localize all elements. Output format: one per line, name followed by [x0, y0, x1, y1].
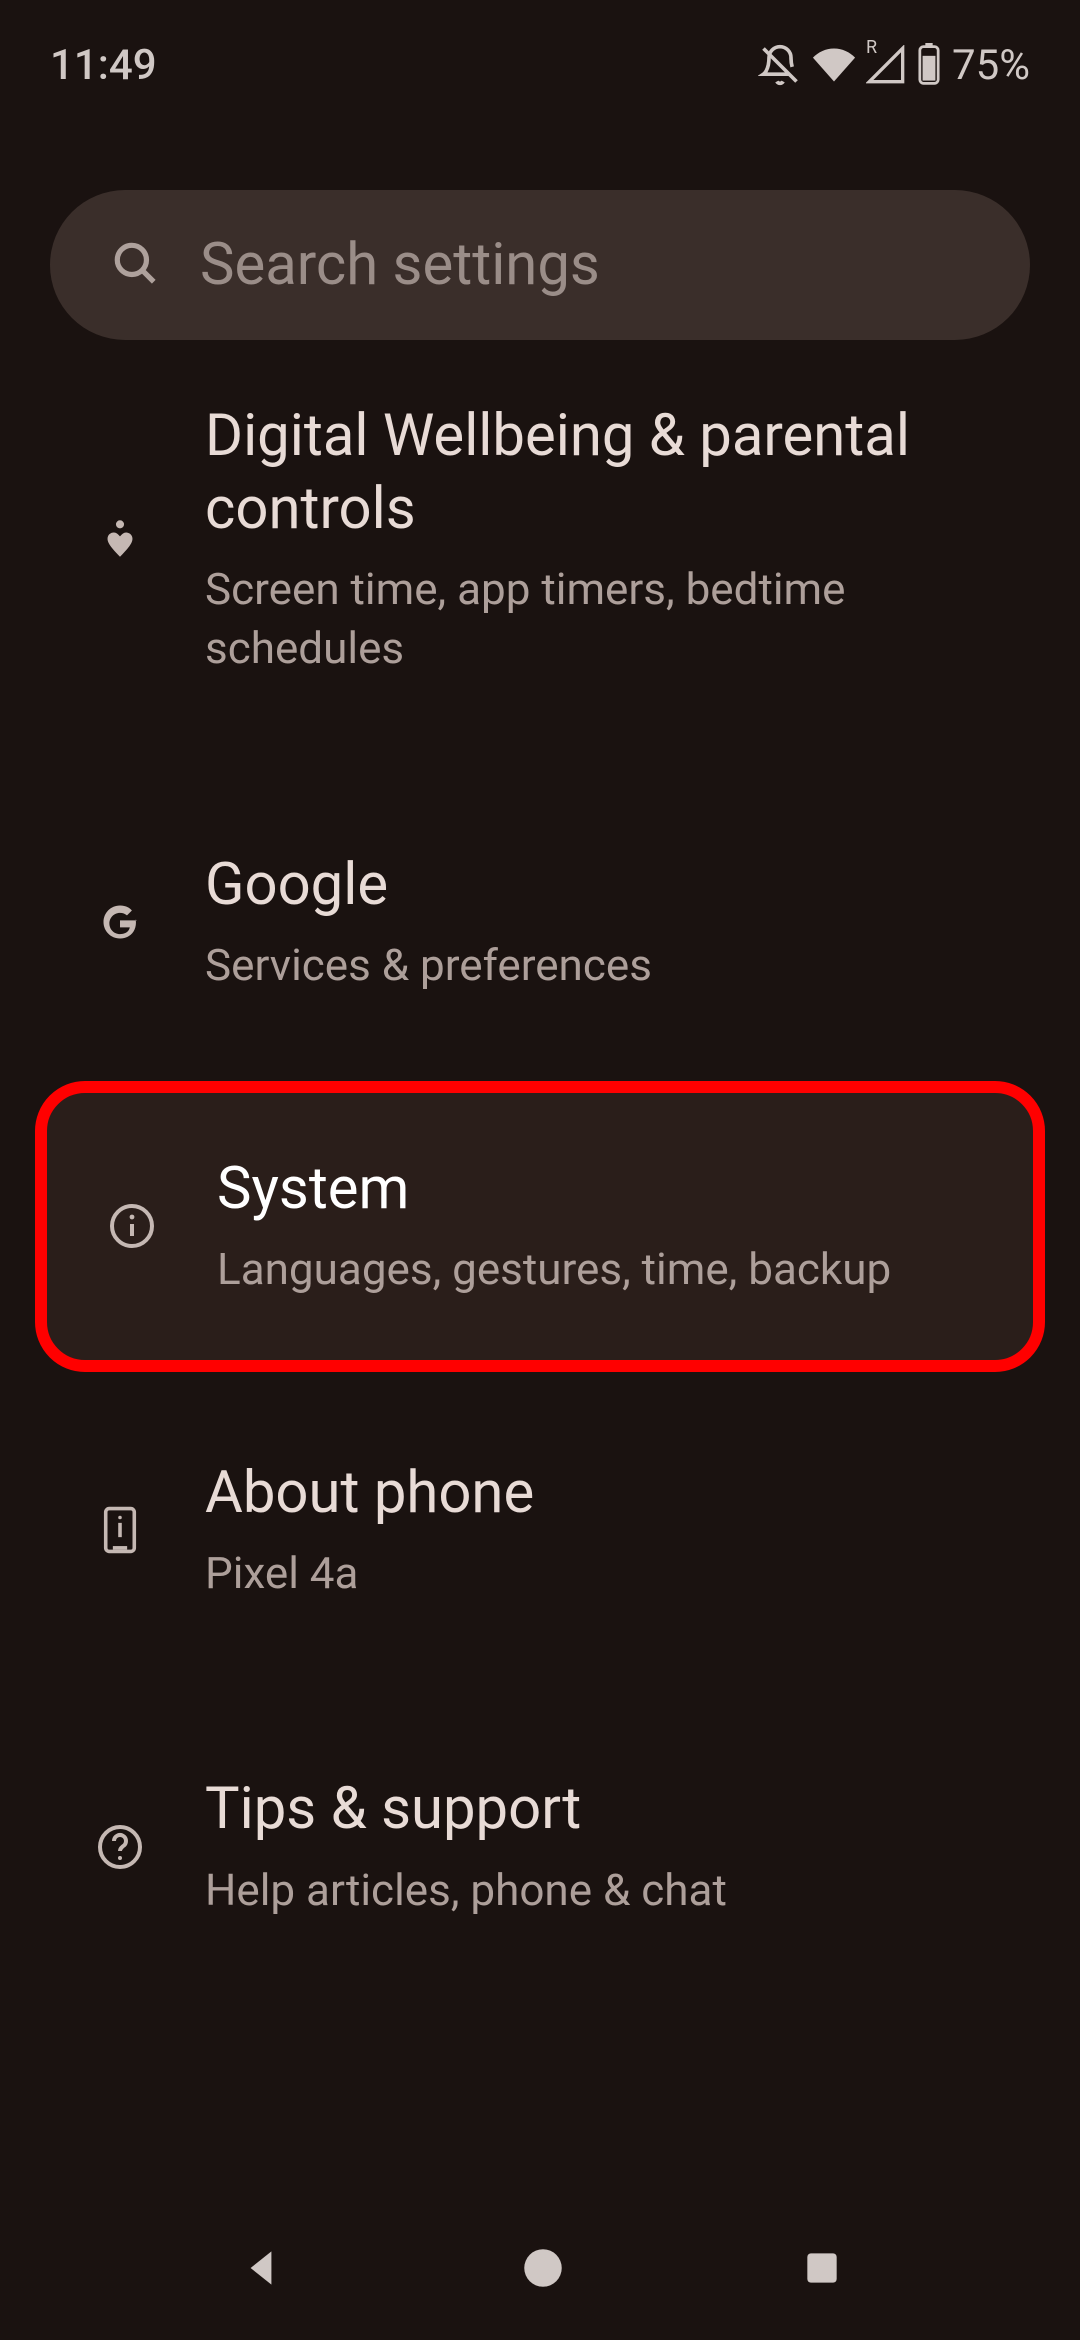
help-icon: [90, 1817, 150, 1877]
heart-person-icon: [90, 509, 150, 569]
battery-percent: 75%: [952, 41, 1030, 90]
item-title: System: [217, 1153, 983, 1226]
status-bar: 11:49 R 75%: [0, 0, 1080, 130]
signal-icon: R: [866, 45, 906, 85]
settings-item-google[interactable]: Google Services & preferences: [0, 764, 1080, 1081]
status-indicators: R 75%: [758, 41, 1030, 90]
settings-item-system[interactable]: System Languages, gestures, time, backup: [35, 1081, 1045, 1372]
item-title: Google: [205, 849, 1030, 922]
search-settings[interactable]: Search settings: [50, 190, 1030, 340]
wifi-icon: [812, 43, 856, 87]
item-subtitle: Help articles, phone & chat: [205, 1861, 1030, 1920]
item-title: Tips & support: [205, 1773, 1030, 1846]
item-subtitle: Screen time, app timers, bedtime schedul…: [205, 560, 1030, 679]
navigation-bar: [0, 2200, 1080, 2340]
roaming-indicator: R: [866, 37, 877, 58]
settings-list: Digital Wellbeing & parental controls Sc…: [0, 370, 1080, 2005]
nav-back-button[interactable]: [236, 2243, 286, 2297]
status-time: 11:49: [50, 41, 157, 90]
item-subtitle: Pixel 4a: [205, 1544, 1030, 1603]
phone-info-icon: [90, 1500, 150, 1560]
dnd-icon: [758, 43, 802, 87]
info-icon: [102, 1196, 162, 1256]
nav-recents-button[interactable]: [800, 2246, 844, 2294]
battery-icon: [916, 43, 942, 87]
item-subtitle: Services & preferences: [205, 936, 1030, 995]
settings-item-about-phone[interactable]: About phone Pixel 4a: [0, 1372, 1080, 1689]
item-subtitle: Languages, gestures, time, backup: [217, 1240, 983, 1299]
item-title: Digital Wellbeing & parental controls: [205, 400, 1030, 545]
search-placeholder: Search settings: [200, 231, 970, 299]
item-title: About phone: [205, 1457, 1030, 1530]
nav-home-button[interactable]: [518, 2243, 568, 2297]
google-icon: [90, 892, 150, 952]
settings-item-tips-support[interactable]: Tips & support Help articles, phone & ch…: [0, 1688, 1080, 2005]
settings-item-digital-wellbeing[interactable]: Digital Wellbeing & parental controls Sc…: [0, 370, 1080, 764]
search-icon: [110, 238, 160, 292]
